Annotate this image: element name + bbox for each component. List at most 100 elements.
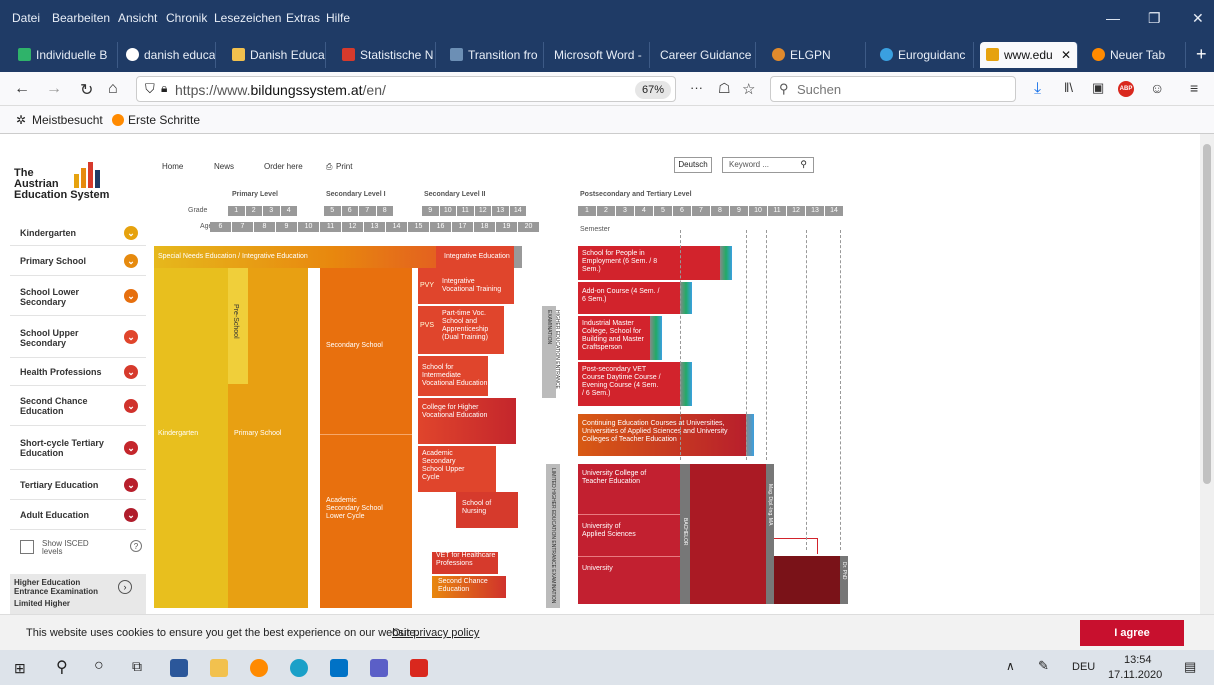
nav-home[interactable]: Home xyxy=(162,162,183,171)
lock-icon[interactable]: 🔒︎ xyxy=(161,81,167,96)
tab-danish-educa[interactable]: danish educa xyxy=(120,42,216,68)
file-explorer-icon[interactable] xyxy=(210,659,228,677)
limited-entrance-bar[interactable]: LIMITED HIGHER EDUCATION ENTRANCE EXAMIN… xyxy=(546,464,560,608)
ucte-box[interactable]: University College of Teacher Education xyxy=(578,464,680,512)
page-scrollbar[interactable] xyxy=(1200,134,1214,614)
integrative-vocational-box[interactable]: PVY Integrative Vocational Training xyxy=(418,268,514,304)
clock-date[interactable]: 17.11.2020 xyxy=(1108,669,1162,681)
sidebar-item-short-cycle-tertiary[interactable]: Short-cycle Tertiary Education ⌄ xyxy=(10,426,146,470)
teams-icon[interactable] xyxy=(370,659,388,677)
acrobat-icon[interactable] xyxy=(410,659,428,677)
language-button[interactable]: Deutsch xyxy=(674,157,712,173)
search-box[interactable]: ⚲ Suchen xyxy=(770,76,1016,102)
sidebar-item-primary-school[interactable]: Primary School ⌄ xyxy=(10,246,146,276)
back-icon[interactable]: ← xyxy=(14,80,30,98)
integrative-education-box[interactable]: Integrative Education xyxy=(436,246,514,268)
sidebar-item-adult-education[interactable]: Adult Education ⌄ xyxy=(10,500,146,530)
task-view-icon[interactable]: ⧉ xyxy=(132,658,142,675)
sidebar-item-school-lower-secondary[interactable]: School Lower Secondary ⌄ xyxy=(10,276,146,316)
higher-education-panel[interactable]: Higher Education Entrance Examination Li… xyxy=(10,574,146,614)
tab-bildungssystem-active[interactable]: www.edu ✕ xyxy=(980,42,1078,68)
clock-time[interactable]: 13:54 xyxy=(1124,654,1152,666)
tab-danish-education[interactable]: Danish Educa xyxy=(226,42,326,68)
secondary-school-box[interactable]: Secondary School xyxy=(320,268,412,434)
edge-icon[interactable] xyxy=(290,659,308,677)
tab-individuelle[interactable]: Individuelle B xyxy=(12,42,118,68)
cortana-icon[interactable]: ○ xyxy=(94,657,104,675)
nav-order-here[interactable]: Order here xyxy=(264,162,303,171)
chevron-up-icon[interactable]: ∧ xyxy=(1006,659,1015,673)
search-icon[interactable]: ⚲ xyxy=(800,159,807,170)
search-icon[interactable]: ⚲ xyxy=(56,657,68,677)
help-icon[interactable]: ? xyxy=(130,540,142,552)
minimize-button[interactable]: — xyxy=(1106,10,1120,26)
pocket-icon[interactable]: ☖ xyxy=(718,80,731,97)
notifications-icon[interactable]: ▤ xyxy=(1184,659,1196,675)
sidebar-item-health-professions[interactable]: Health Professions ⌄ xyxy=(10,358,146,386)
tab-euroguidance[interactable]: Euroguidanc xyxy=(874,42,974,68)
master-bar[interactable]: Mag. Dipl.-Ing. MA xyxy=(766,464,774,604)
new-tab-button[interactable]: + xyxy=(1196,44,1207,65)
windows-start-icon[interactable]: ⊞ xyxy=(14,660,26,677)
download-icon[interactable]: ⤓ xyxy=(1034,80,1041,98)
school-of-nursing-box[interactable]: School of Nursing xyxy=(456,492,518,528)
sidebar-icon[interactable]: ▣ xyxy=(1092,80,1104,96)
add-on-course-box[interactable]: Add-on Course (4 Sem. / 6 Sem.) xyxy=(578,282,680,314)
industrial-master-box[interactable]: Industrial Master College, School for Bu… xyxy=(578,316,650,360)
agree-button[interactable]: I agree xyxy=(1080,620,1184,646)
zoom-level[interactable]: 67% xyxy=(635,81,671,99)
tab-close-icon[interactable]: ✕ xyxy=(1061,48,1071,62)
sidebar-item-second-chance[interactable]: Second Chance Education ⌄ xyxy=(10,386,146,426)
pen-icon[interactable]: ✎ xyxy=(1038,658,1049,674)
chevron-right-icon[interactable]: › xyxy=(118,580,132,594)
tab-statistische[interactable]: Statistische N xyxy=(336,42,436,68)
page-actions-button[interactable]: ··· xyxy=(690,80,703,95)
isced-checkbox[interactable] xyxy=(20,540,34,554)
outlook-icon[interactable] xyxy=(330,659,348,677)
vet-healthcare-box[interactable]: VET for Healthcare Professions xyxy=(432,552,498,574)
sidebar-item-tertiary-education[interactable]: Tertiary Education ⌄ xyxy=(10,470,146,500)
shield-icon[interactable]: ⛉ xyxy=(145,81,155,97)
close-window-button[interactable]: ✕ xyxy=(1192,10,1204,27)
sidebar-item-kindergarten[interactable]: Kindergarten ⌄ xyxy=(10,220,146,246)
university-box[interactable]: University xyxy=(578,556,680,604)
phd-bar[interactable]: Dr. PhD xyxy=(840,556,848,604)
tab-elgpn[interactable]: ELGPN xyxy=(766,42,866,68)
isced-toggle[interactable]: Show ISCED levels ? xyxy=(10,532,146,572)
uas-box[interactable]: University of Applied Sciences xyxy=(578,514,680,554)
privacy-policy-link[interactable]: Our privacy policy xyxy=(392,627,479,639)
bachelor-bar[interactable]: BACHELOR xyxy=(680,464,690,604)
menu-extras[interactable]: Extras xyxy=(286,11,320,25)
bookmark-star-icon[interactable]: ☆ xyxy=(742,80,755,98)
url-bar[interactable]: ⛉ 🔒︎ https://www.bildungssystem.at/en/ 6… xyxy=(136,76,676,102)
word-icon[interactable] xyxy=(170,659,188,677)
forward-icon[interactable]: → xyxy=(46,80,62,98)
nav-news[interactable]: News xyxy=(214,162,234,171)
tab-transition[interactable]: Transition fro xyxy=(444,42,544,68)
scrollbar-thumb[interactable] xyxy=(1203,144,1211,484)
employment-school-box[interactable]: School for People in Employment (6 Sem. … xyxy=(578,246,720,280)
academic-upper-cycle-box[interactable]: Academic Secondary School Upper Cycle xyxy=(418,446,496,492)
post-secondary-vet-box[interactable]: Post-secondary VET Course Daytime Course… xyxy=(578,362,680,406)
sidebar-item-school-upper-secondary[interactable]: School Upper Secondary ⌄ xyxy=(10,316,146,358)
menu-bearbeiten[interactable]: Bearbeiten xyxy=(52,11,110,25)
home-icon[interactable]: ⌂ xyxy=(108,80,118,98)
bookmark-meistbesucht[interactable]: Meistbesucht xyxy=(32,113,103,127)
maximize-button[interactable]: ❐ xyxy=(1148,10,1161,27)
pre-school-box[interactable]: Pre-School xyxy=(228,268,248,384)
part-time-vocational-box[interactable]: PVS Part-time Voc. School and Apprentices… xyxy=(418,306,504,354)
menu-hilfe[interactable]: Hilfe xyxy=(326,11,350,25)
menu-lesezeichen[interactable]: Lesezeichen xyxy=(214,11,281,25)
tab-neuer-tab[interactable]: Neuer Tab xyxy=(1086,42,1186,68)
reload-icon[interactable]: ↻ xyxy=(80,80,93,100)
menu-hamburger-icon[interactable]: ≡ xyxy=(1190,80,1198,96)
menu-ansicht[interactable]: Ansicht xyxy=(118,11,157,25)
keyword-search-input[interactable]: Keyword ... ⚲ xyxy=(722,157,814,173)
tab-career-guidance[interactable]: Career Guidance xyxy=(656,42,756,68)
tab-microsoft-word[interactable]: Microsoft Word - xyxy=(550,42,650,68)
higher-ed-entrance-bar[interactable]: HIGHER EDUCATION ENTRANCE EXAMINATION xyxy=(542,306,560,398)
intermediate-vocational-box[interactable]: School for Intermediate Vocational Educa… xyxy=(418,356,488,396)
input-language[interactable]: DEU xyxy=(1072,661,1095,673)
menu-chronik[interactable]: Chronik xyxy=(166,11,207,25)
college-higher-vocational-box[interactable]: College for Higher Vocational Education xyxy=(418,398,516,444)
